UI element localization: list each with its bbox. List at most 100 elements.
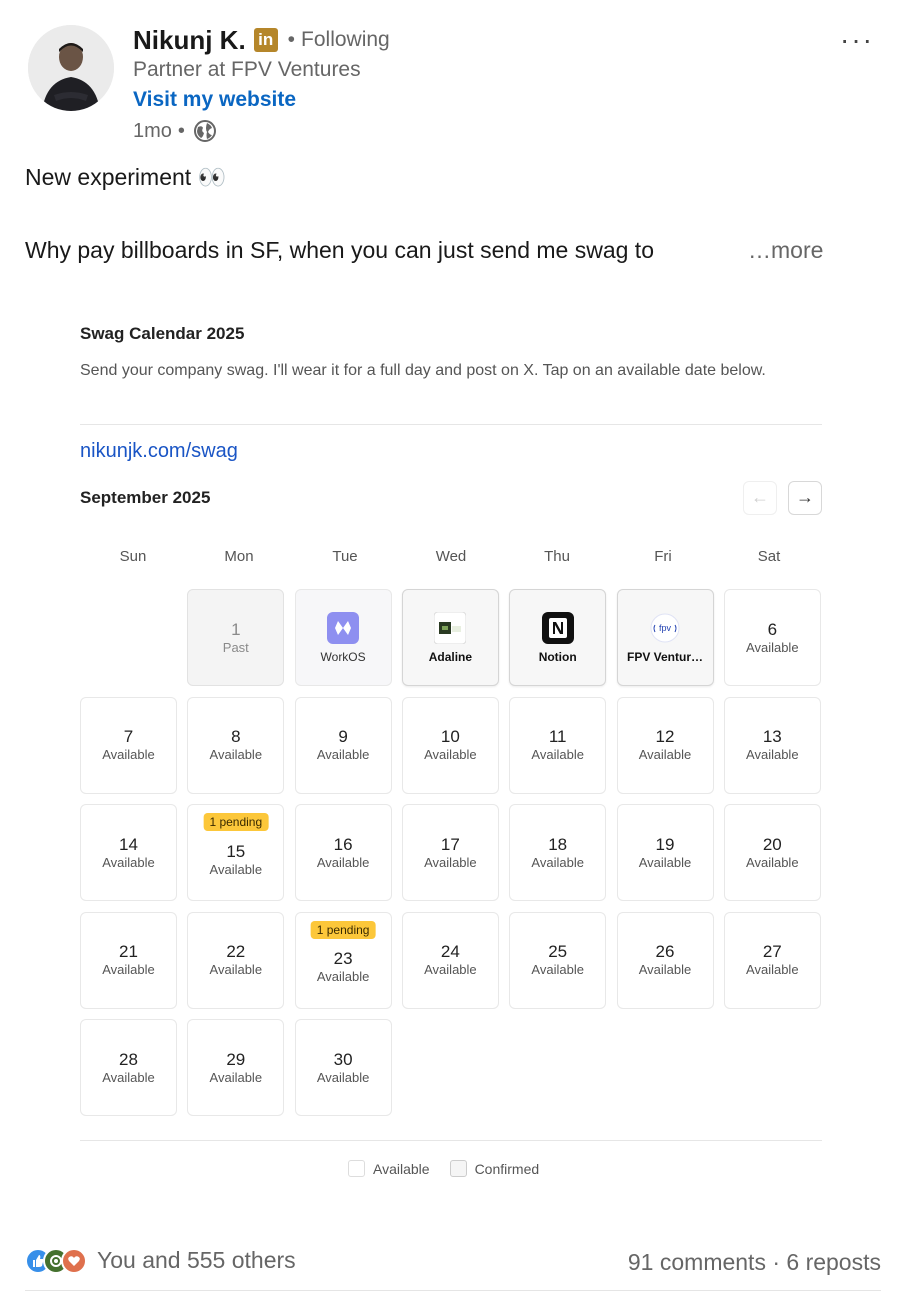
prev-month-button[interactable]: ← [743,481,777,515]
day-number: 23 [333,949,353,968]
calendar-day-available[interactable]: 13 Available [723,696,821,794]
day-status: Available [316,969,370,984]
social-counts: You and 555 others 91 comments · 6 repos… [25,1247,881,1279]
pending-badge: 1 pending [310,920,376,939]
day-status: Available [424,747,477,762]
calendar-day-available[interactable]: 9 Available [294,696,392,794]
calendar-day-available[interactable]: 21 Available [80,911,177,1009]
calendar-day-available[interactable]: 29 Available [187,1019,285,1116]
calendar-day-available[interactable]: 1 pending 23 Available [294,911,392,1009]
day-status: Available [209,962,263,977]
linkedin-premium-icon: in [253,28,278,52]
calendar-day-available[interactable]: 16 Available [294,804,392,901]
legend-confirmed: Confirmed [449,1160,539,1177]
calendar-day-available[interactable]: 7 Available [80,696,177,794]
post-time: 1mo [133,119,172,142]
comments-reposts-count[interactable]: 91 comments · 6 reposts [628,1249,881,1276]
day-status: Available [638,962,692,977]
calendar-day-booked[interactable]: Adaline [401,589,499,686]
calendar-legend: Available Confirmed [348,1160,559,1177]
calendar-day-available[interactable]: 28 Available [80,1019,177,1116]
visit-website-link[interactable]: Visit my website [133,88,296,112]
divider [25,1290,881,1291]
day-number: 24 [440,942,460,961]
sponsor-name: Notion [538,649,577,664]
next-month-button[interactable]: → [788,481,822,515]
calendar-day-booked[interactable]: Notion [509,589,607,686]
day-number: 14 [119,834,138,854]
calendar-day-available[interactable]: 26 Available [616,911,714,1009]
see-more-link[interactable]: …more [748,237,823,264]
day-number: 15 [226,841,246,861]
day-status: Available [424,962,477,977]
calendar-day-available[interactable]: 8 Available [187,696,285,794]
weekday-label: Fri [654,548,672,565]
calendar-day-available[interactable]: 6 Available [723,589,821,686]
divider [80,1140,822,1141]
calendar-day-available[interactable]: 24 Available [401,911,499,1009]
legend-available-swatch [348,1160,365,1177]
day-status: Available [102,1069,155,1085]
author-avatar[interactable] [28,25,114,111]
day-status: Available [746,854,799,870]
calendar-day-available[interactable]: 1 pending 15 Available [187,804,285,901]
day-status: Available [102,747,155,762]
post-text-line1: New experiment 👀 [25,164,227,190]
day-number: 29 [226,1049,246,1069]
calendar-day-available[interactable]: 30 Available [294,1019,392,1116]
weekday-label: Thu [544,548,570,565]
more-options-icon[interactable]: ··· [840,24,874,56]
author-headline: Partner at FPV Ventures [133,58,361,81]
legend-confirmed-swatch [449,1160,467,1177]
love-reaction-icon [61,1247,87,1274]
pending-badge: 1 pending [203,813,269,831]
globe-icon [193,120,216,142]
weekday-header: Sun Mon Tue Wed Thu Fri Sat [80,548,822,565]
day-number: 25 [548,942,568,961]
calendar-day-available[interactable]: 18 Available [509,804,607,901]
day-status: Available [638,854,692,870]
calendar-title: Swag Calendar 2025 [80,324,245,343]
calendar-day-booked[interactable]: fpv FPV Ventur… [616,589,714,686]
swag-link[interactable]: nikunjk.com/swag [80,440,238,463]
sponsor-name: WorkOS [320,649,366,664]
day-number: 6 [767,619,778,639]
calendar-day-available[interactable]: 19 Available [616,804,714,901]
notion-logo-icon [541,611,574,644]
reactions-summary[interactable]: You and 555 others [25,1247,296,1274]
day-number: 8 [231,727,241,746]
day-status: Available [638,747,692,762]
day-status: Available [209,861,263,877]
day-number: 10 [440,727,460,746]
calendar-day-available[interactable]: 17 Available [401,804,499,901]
day-number: 30 [333,1049,353,1069]
author-name[interactable]: Nikunj K. [133,25,246,56]
weekday-label: Mon [224,548,254,565]
reactions-text[interactable]: You and 555 others [97,1247,296,1274]
day-number: 22 [226,942,246,961]
day-number: 9 [338,727,348,746]
calendar-day-booked[interactable]: WorkOS [294,589,392,686]
calendar-day-available[interactable]: 10 Available [401,696,499,794]
day-number: 17 [440,834,460,854]
post-header: Nikunj K. in • Following Partner at FPV V… [0,0,906,160]
calendar-day-available[interactable]: 14 Available [80,804,177,901]
weekday-label: Sat [757,548,781,565]
calendar-day-available[interactable]: 20 Available [723,804,821,901]
following-label: Following [301,28,390,51]
calendar-day-available[interactable]: 11 Available [509,696,607,794]
day-status: Available [531,747,584,762]
calendar-day-available[interactable]: 22 Available [187,911,285,1009]
day-status: Available [746,962,799,977]
calendar-day-available[interactable]: 25 Available [509,911,607,1009]
day-number: 28 [119,1049,138,1069]
day-status: Available [209,747,263,762]
author-row: Nikunj K. in • Following [133,24,390,56]
day-number: 7 [123,727,134,746]
legend-available: Available [348,1160,430,1177]
day-number: 12 [655,727,675,746]
day-number: 20 [762,834,782,854]
calendar-day-available[interactable]: 12 Available [616,696,714,794]
calendar-day-available[interactable]: 27 Available [723,911,821,1009]
weekday-label: Sun [119,548,147,565]
